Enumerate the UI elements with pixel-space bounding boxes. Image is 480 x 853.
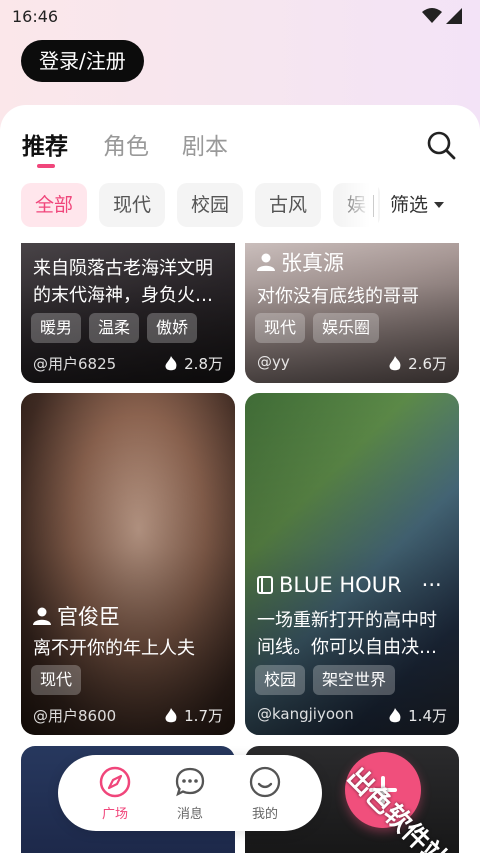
nav-item-messages[interactable]: 消息 xyxy=(165,765,215,822)
nav-label: 消息 xyxy=(176,807,203,822)
card-tag: 架空世界 xyxy=(313,665,396,695)
flame-icon xyxy=(165,355,177,370)
card-heat-value: 2.8万 xyxy=(184,355,223,373)
card-name: BLUE HOUR ··· xyxy=(257,573,442,597)
divider xyxy=(373,195,374,217)
card-name-text: 官俊臣 xyxy=(57,605,120,629)
person-icon xyxy=(33,607,51,625)
card-heat: 2.8万 xyxy=(164,353,223,374)
category-filters: 全部 现代 校园 古风 娱 筛选 xyxy=(0,183,480,231)
caret-down-icon xyxy=(434,202,445,208)
tab-recommend[interactable]: 推荐 xyxy=(22,127,68,161)
card-name-text: 张真源 xyxy=(281,251,344,275)
nav-label: 我的 xyxy=(251,807,278,822)
active-tab-indicator xyxy=(37,164,55,168)
character-card[interactable]: 来自陨落古老海洋文明的末代海神，身负火… 暖男 温柔 傲娇 @用户6825 2.… xyxy=(21,243,235,383)
card-heat: 1.7万 xyxy=(164,705,223,726)
card-author: @kangjiyoon xyxy=(257,705,354,723)
card-author: @用户6825 xyxy=(33,355,117,373)
bottom-navigation: 广场 消息 我的 xyxy=(58,755,322,831)
card-heat: 1.4万 xyxy=(388,705,447,726)
chat-bubble-icon xyxy=(175,767,205,797)
nav-label: 广场 xyxy=(101,807,128,822)
signal-icon xyxy=(446,8,462,24)
tab-script[interactable]: 剧本 xyxy=(182,127,228,161)
card-tag: 校园 xyxy=(255,665,306,695)
card-name: 官俊臣 xyxy=(33,601,120,631)
person-icon xyxy=(257,253,275,271)
card-heat-value: 1.7万 xyxy=(184,707,223,725)
more-options-icon[interactable]: ··· xyxy=(422,573,442,597)
card-description: 一场重新打开的高中时间线。你可以自由决… xyxy=(257,610,437,658)
book-icon xyxy=(257,576,273,594)
card-name-text: BLUE HOUR xyxy=(279,573,402,597)
card-author: @yy xyxy=(257,353,290,371)
card-tags: 现代 xyxy=(31,665,82,695)
compass-icon xyxy=(99,766,131,798)
card-tag: 傲娇 xyxy=(147,313,198,343)
script-card[interactable]: BLUE HOUR ··· 一场重新打开的高中时间线。你可以自由决… 校园 架空… xyxy=(245,393,459,735)
wifi-icon xyxy=(422,8,442,23)
status-time: 16:46 xyxy=(12,6,59,26)
filter-label: 筛选 xyxy=(390,194,429,216)
smiley-icon xyxy=(249,766,281,798)
card-tag: 温柔 xyxy=(89,313,140,343)
filter-chip-modern[interactable]: 现代 xyxy=(99,183,166,227)
card-heat-value: 2.6万 xyxy=(408,355,447,373)
character-card[interactable]: 官俊臣 离不开你的年上人夫 现代 @用户8600 1.7万 xyxy=(21,393,235,735)
card-heat: 2.6万 xyxy=(388,353,447,374)
status-icons xyxy=(422,8,462,24)
login-register-button[interactable]: 登录/注册 xyxy=(21,40,144,82)
card-description: 来自陨落古老海洋文明的末代海神，身负火… xyxy=(33,258,213,306)
card-description: 离不开你的年上人夫 xyxy=(33,638,195,659)
filter-fade xyxy=(338,183,378,227)
nav-item-plaza[interactable]: 广场 xyxy=(90,765,140,822)
card-tag: 娱乐圈 xyxy=(313,313,380,343)
filter-chip-ancient[interactable]: 古风 xyxy=(255,183,322,227)
flame-icon xyxy=(165,707,177,722)
nav-item-profile[interactable]: 我的 xyxy=(240,765,290,822)
status-bar: 16:46 xyxy=(0,0,480,32)
card-name: 张真源 xyxy=(257,247,344,277)
filter-chip-all[interactable]: 全部 xyxy=(21,183,88,227)
card-author: @用户8600 xyxy=(33,707,117,725)
filter-button[interactable]: 筛选 xyxy=(390,183,445,227)
filter-chip-campus[interactable]: 校园 xyxy=(177,183,244,227)
search-icon[interactable] xyxy=(426,130,456,160)
tab-character[interactable]: 角色 xyxy=(103,127,149,161)
top-tabs: 推荐 角色 剧本 xyxy=(0,105,480,175)
card-tag: 现代 xyxy=(31,665,82,695)
flame-icon xyxy=(389,355,401,370)
card-tags: 现代 娱乐圈 xyxy=(255,313,380,343)
card-tags: 校园 架空世界 xyxy=(255,665,396,695)
character-card[interactable]: 张真源 对你没有底线的哥哥 现代 娱乐圈 @yy 2.6万 xyxy=(245,243,459,383)
card-tag: 暖男 xyxy=(31,313,82,343)
card-heat-value: 1.4万 xyxy=(408,707,447,725)
flame-icon xyxy=(389,707,401,722)
card-description: 对你没有底线的哥哥 xyxy=(257,286,419,307)
card-tags: 暖男 温柔 傲娇 xyxy=(31,313,198,343)
card-tag: 现代 xyxy=(255,313,306,343)
